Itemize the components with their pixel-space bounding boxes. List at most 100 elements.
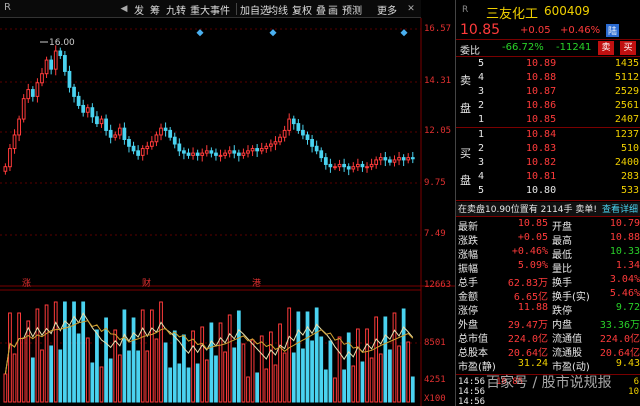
candle-body — [200, 152, 205, 156]
close-icon[interactable]: ✕ — [405, 3, 417, 15]
volume-bar — [30, 357, 35, 403]
volume-bar — [241, 343, 246, 403]
toolbar-overlay[interactable]: 叠 — [316, 2, 326, 17]
candle-body — [186, 152, 191, 156]
buy-volume: 533 — [620, 185, 639, 196]
event-label[interactable]: 财 — [142, 276, 151, 289]
toolbar-major-events[interactable]: 重大事件 — [190, 2, 230, 17]
volume-bar — [163, 342, 168, 403]
volume-bar — [172, 330, 177, 403]
sell-level: 3 — [478, 86, 485, 97]
event-diamond-icon[interactable] — [196, 29, 204, 37]
volume-bar — [314, 307, 319, 403]
stat-value: 33.36万 — [599, 320, 640, 331]
toolbar-jiuzhuan[interactable]: 九转 — [166, 2, 186, 17]
event-diamond-icon[interactable] — [400, 29, 408, 37]
toolbar-add-watchlist[interactable]: 加自选 — [240, 2, 270, 17]
stat-value: 224.0亿 — [599, 334, 640, 345]
weibi-value: -11241 — [556, 42, 592, 53]
candle-body — [223, 152, 227, 156]
candle-body — [278, 136, 282, 143]
kline-svg: 16.00 — [0, 18, 455, 406]
stat-value: 62.83万 — [507, 278, 548, 289]
buy-level-row[interactable]: 4 10.81 283 — [456, 171, 640, 185]
buy-level-row[interactable]: 1 10.84 1237 — [456, 129, 640, 143]
toolbar-more[interactable]: 更多 — [377, 2, 397, 17]
stat-value: 1.34 — [615, 260, 640, 271]
stat-label: 量比 — [552, 264, 572, 275]
stat-row: 最新 10.85 开盘 10.79 — [456, 218, 640, 233]
volume-bar — [17, 312, 21, 403]
volume-bar — [278, 323, 282, 403]
stat-label: 流通股 — [552, 348, 582, 359]
buy-button[interactable]: 买 — [620, 41, 636, 55]
event-label[interactable]: 涨 — [22, 276, 31, 289]
candle-body — [17, 118, 21, 136]
tick-time: 14:56 — [458, 387, 486, 397]
event-label[interactable]: 港 — [252, 276, 261, 289]
candle-body — [410, 157, 415, 160]
stat-label: 金额 — [458, 292, 478, 303]
stat-label: 总市值 — [458, 334, 488, 345]
toolbar-ma[interactable]: 均线 — [268, 2, 288, 17]
sell-level-row[interactable]: 1 10.85 2407 — [456, 114, 640, 128]
arrow-left-icon[interactable]: ◀ — [118, 3, 130, 15]
order-alert-text: 在卖盘10.90位置有 2114手 卖单! — [458, 205, 597, 215]
toolbar-fa[interactable]: 发 — [134, 2, 144, 17]
candle-body — [323, 157, 328, 165]
candle-body — [301, 129, 305, 136]
candle-body — [227, 150, 232, 154]
volume-bar — [259, 335, 264, 403]
candle-body — [131, 145, 136, 152]
sell-level-row[interactable]: 5 10.89 1435 — [456, 58, 640, 72]
toolbar-chou[interactable]: 筹 — [150, 2, 160, 17]
candle-body — [113, 134, 118, 138]
sell-price: 10.86 — [526, 100, 557, 111]
volume-bar — [67, 325, 72, 403]
weibi-pct: -66.72% — [502, 42, 544, 53]
kline-chart[interactable]: 16.00 16.57 14.31 12.05 9.75 7.49 12663 … — [0, 18, 455, 406]
candle-body — [342, 163, 347, 168]
toolbar-forecast[interactable]: 预测 — [342, 2, 362, 17]
sell-level-row[interactable]: 4 10.88 5112 — [456, 72, 640, 86]
event-diamond-icon[interactable] — [269, 29, 277, 37]
volume-bar — [401, 308, 406, 403]
volume-bar — [136, 350, 141, 403]
candle-body — [154, 134, 159, 143]
stat-label: 最高 — [552, 236, 572, 247]
stat-value: 10.88 — [609, 232, 640, 243]
toolbar-adjust[interactable]: 复权 — [292, 2, 312, 17]
candle-body — [305, 134, 310, 140]
weibi-row: 委比 -66.72% -11241 卖 买 — [456, 41, 640, 57]
volume-bar — [140, 309, 145, 403]
stock-header: R 三友化工 600409 — [456, 3, 640, 22]
buy-level-row[interactable]: 3 10.82 2400 — [456, 157, 640, 171]
stat-row: 金额 6.65亿 换手(实) 5.46% — [456, 288, 640, 303]
sell-button[interactable]: 卖 — [598, 41, 614, 55]
buy-level-row[interactable]: 2 10.83 510 — [456, 143, 640, 157]
volume-bar — [127, 350, 131, 403]
candle-body — [374, 159, 379, 165]
volume-bar — [342, 369, 347, 403]
stat-row: 涨幅 +0.46% 最低 10.33 — [456, 246, 640, 261]
volume-bar — [214, 355, 218, 403]
volume-tick: 4251 — [424, 375, 446, 385]
volume-bar — [159, 301, 163, 403]
connect-badge: 陆 — [606, 24, 620, 37]
volume-bar — [76, 333, 81, 403]
order-detail-link[interactable]: 查看详细 — [602, 202, 638, 215]
candle-body — [145, 145, 150, 150]
sell-level-row[interactable]: 3 10.87 2529 — [456, 86, 640, 100]
sell-level-row[interactable]: 2 10.86 2561 — [456, 100, 640, 114]
candle-body — [351, 166, 356, 170]
volume-bar — [319, 336, 324, 403]
volume-bar — [90, 362, 95, 403]
stock-name: 三友化工 — [486, 7, 539, 22]
order-alert[interactable]: 在卖盘10.90位置有 2114手 卖单! 查看详细 — [456, 202, 640, 216]
stat-label: 换手 — [552, 278, 572, 289]
buy-level-row[interactable]: 5 10.80 533 — [456, 185, 640, 199]
toolbar-draw[interactable]: 画 — [328, 2, 338, 17]
candle-body — [159, 127, 163, 136]
volume-bar — [44, 304, 49, 403]
sell-level: 4 — [478, 72, 485, 83]
